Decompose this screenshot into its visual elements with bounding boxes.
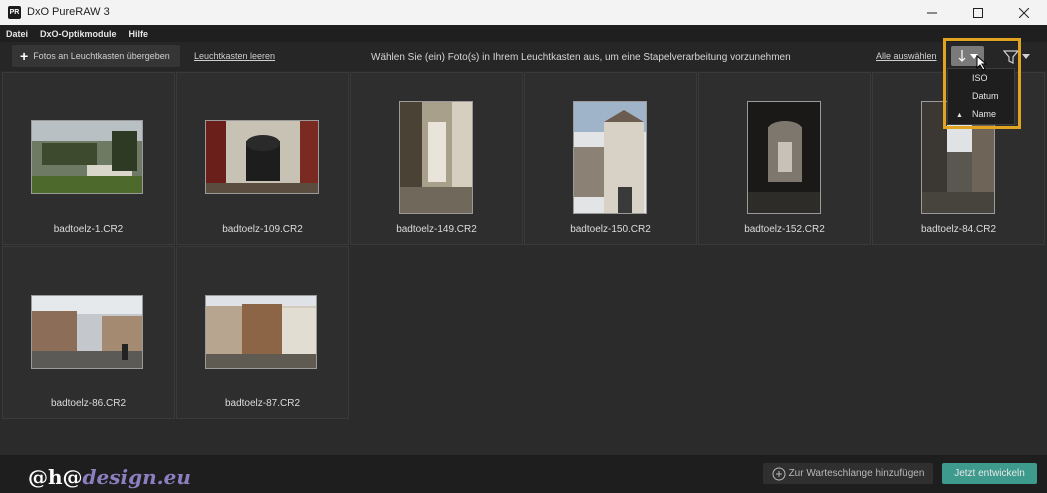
photo-thumbnail [399, 101, 473, 214]
highlight-frame [943, 38, 1021, 129]
develop-now-button[interactable]: Jetzt entwickeln [942, 463, 1037, 484]
bottom-bar: @h@design.eu Zur Warteschlange hinzufüge… [0, 455, 1047, 493]
photo-thumbnail [205, 295, 317, 369]
photo-filename: badtoelz-150.CR2 [570, 224, 651, 235]
photo-tile[interactable]: badtoelz-86.CR2 [2, 246, 175, 419]
menu-datei[interactable]: Datei [0, 29, 34, 39]
window-title: DxO PureRAW 3 [27, 6, 110, 18]
watermark-logo: @h@design.eu [28, 465, 191, 489]
toolbar: + Fotos an Leuchtkasten übergeben Leucht… [0, 42, 1047, 71]
selection-hint: Wählen Sie (ein) Foto(s) in Ihrem Leucht… [371, 52, 791, 63]
photo-filename: badtoelz-109.CR2 [222, 224, 303, 235]
menu-optikmodule[interactable]: DxO-Optikmodule [34, 29, 123, 39]
close-icon [1019, 7, 1029, 18]
title-bar: PR DxO PureRAW 3 [0, 0, 1047, 25]
mouse-cursor-icon [976, 55, 988, 71]
photo-filename: badtoelz-1.CR2 [53, 224, 124, 235]
photo-tile[interactable]: badtoelz-1.CR2 [2, 72, 175, 245]
app-logo-icon: PR [8, 6, 21, 19]
photo-tile[interactable]: badtoelz-150.CR2 [524, 72, 697, 245]
photo-thumbnail [205, 120, 319, 194]
photo-thumbnail [31, 295, 143, 369]
transfer-photos-label: Fotos an Leuchtkasten übergeben [33, 51, 170, 61]
transfer-photos-button[interactable]: + Fotos an Leuchtkasten übergeben [12, 45, 180, 67]
photo-filename: badtoelz-87.CR2 [224, 398, 301, 409]
add-circle-icon [772, 467, 786, 480]
photo-tile[interactable]: badtoelz-152.CR2 [698, 72, 871, 245]
menu-hilfe[interactable]: Hilfe [123, 29, 155, 39]
photo-thumbnail [747, 101, 821, 214]
photo-filename: badtoelz-86.CR2 [50, 398, 127, 409]
clear-lightbox-link[interactable]: Leuchtkasten leeren [194, 51, 275, 61]
watermark-part1: @h@ [28, 465, 83, 489]
photo-filename: badtoelz-84.CR2 [920, 224, 997, 235]
menu-bar: Datei DxO-Optikmodule Hilfe [0, 25, 1047, 42]
photo-thumbnail [573, 101, 647, 214]
minimize-icon [927, 12, 937, 13]
photo-thumbnail [31, 120, 143, 194]
watermark-part2: design.eu [82, 465, 191, 489]
photo-filename: badtoelz-152.CR2 [744, 224, 825, 235]
maximize-icon [973, 7, 983, 18]
close-button[interactable] [1001, 0, 1047, 25]
photo-tile[interactable]: badtoelz-87.CR2 [176, 246, 349, 419]
add-to-queue-button[interactable]: Zur Warteschlange hinzufügen [763, 463, 933, 484]
plus-icon: + [20, 48, 29, 64]
select-all-link[interactable]: Alle auswählen [876, 51, 937, 61]
photo-tile[interactable]: badtoelz-109.CR2 [176, 72, 349, 245]
photo-tile[interactable]: badtoelz-149.CR2 [350, 72, 523, 245]
maximize-button[interactable] [955, 0, 1001, 25]
photo-filename: badtoelz-149.CR2 [396, 224, 477, 235]
minimize-button[interactable] [909, 0, 955, 25]
add-to-queue-label: Zur Warteschlange hinzufügen [788, 468, 925, 479]
